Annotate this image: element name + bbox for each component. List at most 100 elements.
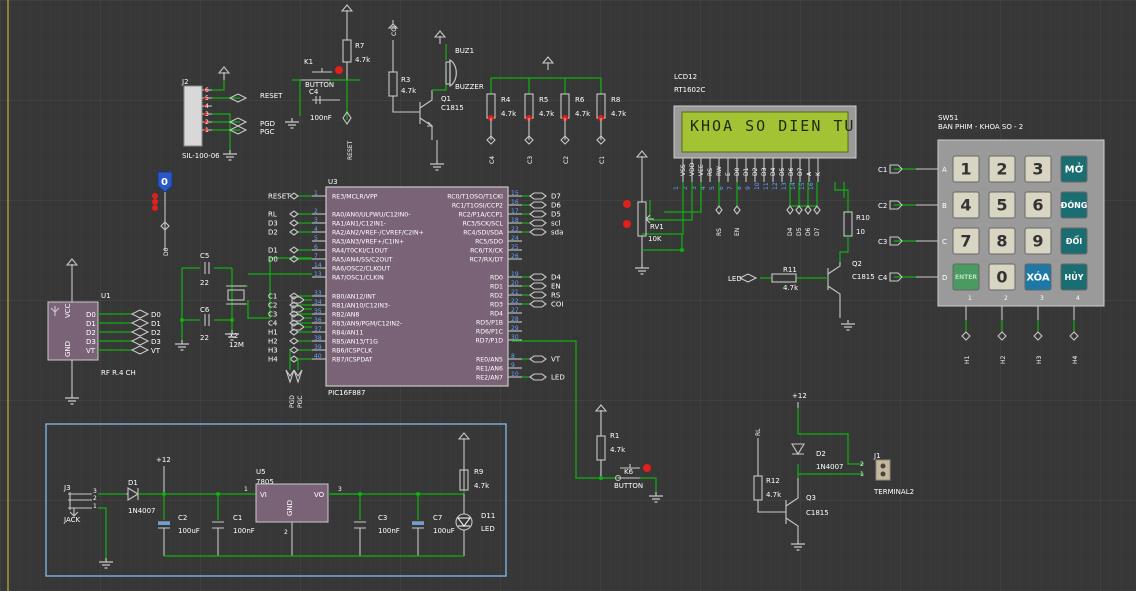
j1-pin2: 2: [860, 461, 864, 468]
lcd-pin-label: VEE: [698, 164, 705, 176]
d2-part: 1N4007: [816, 463, 844, 471]
mcu-net-label-left: H4: [268, 356, 278, 364]
mcu-pin-number-left: 1: [314, 190, 318, 197]
keypad-row-letter: D: [942, 274, 947, 282]
keypad-ref: SW51: [938, 114, 958, 122]
jack-pin3: 3: [93, 488, 97, 495]
mcu-pin-number-left: 40: [314, 353, 322, 360]
relay-v: +12: [792, 392, 807, 400]
mcu-pin-number-left: 36: [314, 317, 322, 324]
r3-val: 4.7k: [401, 87, 417, 95]
mcu-pin-label-right: RD5/P1B: [476, 320, 503, 327]
mcu-pin-number-left: 37: [314, 326, 322, 333]
lcd-pin-label: D2: [752, 167, 759, 176]
mcu-net-label-right: sda: [551, 229, 563, 237]
mcu-pin-label-right: RE1/AN6: [476, 366, 503, 373]
mcu-pin-number-right: 21: [511, 289, 519, 296]
keypad-row-net: C2: [878, 202, 887, 210]
d2-ref: D2: [816, 450, 826, 458]
r9-ref: R9: [474, 468, 483, 476]
key-label: 0: [996, 268, 1007, 287]
mcu-pin-label-right: RD1: [490, 284, 503, 291]
mcu-pin-number-left: 38: [314, 335, 322, 342]
key-label: MỞ: [1065, 162, 1084, 176]
mcu-pin-number-left: 13: [314, 271, 322, 278]
mcu-pin-label-left: RB6/ICSPCLK: [332, 348, 373, 355]
reg-vi: VI: [260, 491, 267, 499]
key-label: ENTER: [955, 274, 977, 281]
mcu-pin-label-right: RC3/SCK/SCL: [463, 221, 504, 228]
mcu-net-label-left: H1: [268, 329, 278, 337]
mcu-net-label-right: scl: [551, 220, 560, 228]
reg-vo: VO: [314, 491, 325, 499]
mcu-pin-number-right: 20: [511, 280, 519, 287]
rv1-ref: RV1: [650, 223, 664, 231]
c4-val: 100nF: [310, 114, 332, 122]
lcd-pin-label: E: [725, 172, 732, 176]
mcu-net-label-left: H3: [268, 347, 278, 355]
pgd-net: PGD: [289, 395, 296, 408]
led-net: LED: [728, 275, 742, 283]
header-net-reset: RESET: [260, 92, 283, 100]
schematic-canvas[interactable]: 654321 J2 SIL-100-06 RESET PGD PGC R7 4.…: [0, 0, 1136, 591]
lcd-pin-label: RW: [716, 166, 723, 176]
lcd-net-label: EN: [734, 228, 741, 236]
keypad-col-net: H2: [1000, 355, 1007, 364]
mcu-pin-label-right: RC7/RX/DT: [470, 257, 504, 264]
c4-ref: C4: [309, 88, 319, 96]
c7-val: 100uF: [433, 527, 455, 535]
mcu-pin-label-right: RC2/P1A/CCP1: [458, 212, 503, 219]
r10-val: 10: [856, 228, 865, 236]
r3-ref: R3: [401, 76, 410, 84]
k6-label: BUTTON: [614, 482, 643, 490]
mcu-pin-label-left: RA7/OSC1/CLKIN: [332, 275, 384, 282]
r11-ref: R11: [783, 266, 797, 274]
mcu-net-label-right: EN: [551, 283, 561, 291]
mcu-net-label-left: C1: [268, 293, 277, 301]
k6-ref: K6: [624, 468, 634, 476]
mcu-pin-label-left: RA0/AN0/ULPWU/C12IN0-: [332, 212, 410, 219]
mcu-pin-label-left: RB4/AN11: [332, 330, 363, 337]
c1-ref: C1: [233, 514, 242, 522]
keypad-col-net: H4: [1072, 355, 1079, 364]
lcd-text: KHOA SO DIEN TU: [690, 117, 855, 135]
reg-part: 7805: [256, 478, 274, 486]
lcd-pin-label: D1: [743, 167, 750, 176]
c5-val: 22: [200, 279, 209, 287]
mcu-pin-label-left: RA1/AN1/C12IN1-: [332, 221, 386, 228]
rf-net-label: D1: [151, 320, 161, 328]
mcu-pin-number-left: 5: [314, 235, 318, 242]
mcu-pin-label-right: RC1/T1OSI/CCP2: [452, 203, 503, 210]
header-pin-num: 1: [205, 127, 209, 134]
lcd-pin-number: 16: [808, 182, 815, 190]
rf-gnd: GND: [64, 341, 72, 357]
key-label: 8: [996, 232, 1007, 251]
pgc-net: PGC: [297, 396, 304, 408]
reg-pin1: 1: [244, 486, 248, 493]
mcu-pin-label-right: RD0: [490, 275, 503, 282]
r12-ref: R12: [766, 477, 780, 485]
lcd-pin-number: 9: [745, 186, 752, 190]
mcu-net-label-left: D3: [268, 220, 278, 228]
mcu-net-label-right: D7: [551, 193, 561, 201]
mcu-pin-number-right: 22: [511, 298, 519, 305]
keypad-row-net: C1: [878, 166, 887, 174]
lcd-pin-number: 10: [754, 182, 761, 190]
lcd-pin-number: 7: [727, 186, 734, 190]
c3-ref: C3: [378, 514, 387, 522]
j1-pin1: 1: [860, 471, 864, 478]
k1-pin-marker: [335, 66, 343, 74]
r12-val: 4.7k: [766, 491, 782, 499]
rf-net-label: VT: [151, 347, 161, 355]
mcu-net-label-right: LED: [551, 374, 565, 382]
mcu-net-label-left: D1: [268, 247, 278, 255]
lcd-net-label: D5: [796, 227, 803, 236]
probe-value: 0: [161, 177, 168, 188]
led-ref: D11: [481, 512, 495, 520]
mcu-pin-label-left: RB0/AN12/INT: [332, 294, 376, 301]
mcu-net-label-right: COI: [551, 301, 563, 309]
key-label: ĐÓNG: [1061, 199, 1088, 210]
mcu-part: PIC16F887: [328, 389, 365, 397]
schematic-svg[interactable]: 654321 J2 SIL-100-06 RESET PGD PGC R7 4.…: [0, 0, 1136, 591]
c1-val: 100nF: [233, 527, 255, 535]
